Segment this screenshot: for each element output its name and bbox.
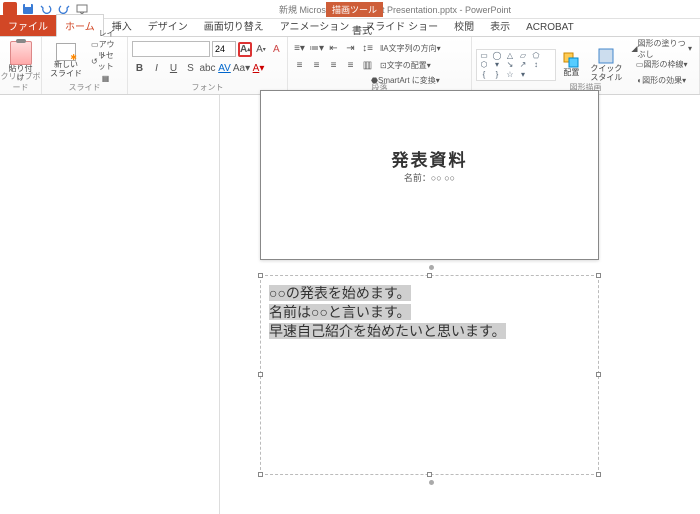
tab-home[interactable]: ホーム	[56, 14, 104, 37]
slide-subtitle[interactable]: 名前：○○ ○○	[261, 171, 598, 184]
guide-dot	[429, 265, 434, 270]
group-slides: 新しい スライド ▭ レイアウト ↺ リセット ▦ スライド	[42, 37, 128, 94]
strikethrough-button[interactable]: S	[183, 61, 198, 76]
notes-textbox[interactable]: ○○の発表を始めます。 名前は○○と言います。 早速自己紹介を始めたいと思います…	[260, 275, 599, 475]
columns-button[interactable]: ▥	[360, 58, 375, 73]
numbering-button[interactable]: ≔▾	[309, 41, 324, 56]
shape-fill-button[interactable]: ◢ 図形の塗りつぶし ▾	[628, 41, 695, 56]
shapes-gallery[interactable]: ▭◯△▱⬠⬡▾ ↘↗↕{}☆▾	[476, 49, 556, 81]
clear-format-button[interactable]: A	[270, 42, 283, 57]
quickstyle-label: クイック スタイル	[590, 65, 622, 83]
spacing-button[interactable]: AV	[217, 61, 232, 76]
indent-inc-button[interactable]: ⇥	[343, 41, 358, 56]
font-family-combo[interactable]	[132, 41, 210, 57]
new-slide-icon	[56, 43, 76, 61]
slide-canvas[interactable]: 発表資料 名前：○○ ○○ ○○の発表を始めます。 名前は○○と言います。 早速…	[220, 95, 700, 514]
slide-title[interactable]: 発表資料	[261, 146, 598, 171]
decrease-font-button[interactable]: A▾	[254, 42, 267, 57]
font-size-combo[interactable]	[212, 41, 236, 57]
text-direction-button[interactable]: ‖A 文字列の方向 ▾	[377, 41, 444, 56]
case-button[interactable]: Aa▾	[234, 61, 249, 76]
arrange-label: 配置	[563, 69, 579, 78]
reset-label: リセット	[98, 50, 120, 72]
window-title: 新規 Microsoft PowerPoint Presentation.ppt…	[92, 3, 698, 16]
arrange-button[interactable]: 配置	[558, 49, 584, 80]
tab-review[interactable]: 校閲	[446, 15, 482, 36]
arrange-icon	[562, 51, 580, 69]
workspace: 発表資料 名前：○○ ○○ ○○の発表を始めます。 名前は○○と言います。 早速…	[0, 95, 700, 514]
bullets-button[interactable]: ≡▾	[292, 41, 307, 56]
resize-handle[interactable]	[427, 273, 432, 278]
tab-view[interactable]: 表示	[482, 15, 518, 36]
thumbnail-panel[interactable]	[0, 95, 220, 514]
tab-transitions[interactable]: 画面切り替え	[196, 15, 272, 36]
group-label-slides: スライド	[42, 82, 127, 93]
textalign-label: 文字の配置	[387, 60, 427, 71]
text-align-button[interactable]: ⊡ 文字の配置 ▾	[377, 58, 434, 73]
resize-handle[interactable]	[596, 372, 601, 377]
resize-handle[interactable]	[596, 273, 601, 278]
quickstyle-icon	[597, 47, 615, 65]
guide-dot	[429, 480, 434, 485]
paste-icon	[10, 41, 32, 65]
line-spacing-button[interactable]: ↕≡	[360, 41, 375, 56]
group-font: A▴ A▾ A B I U S abc AV Aa▾ A▾ フォント	[128, 37, 288, 94]
note-line-1[interactable]: ○○の発表を始めます。	[269, 285, 411, 301]
resize-handle[interactable]	[258, 273, 263, 278]
outline-label: 図形の枠線	[643, 59, 683, 70]
shadow-button[interactable]: abc	[200, 61, 215, 76]
resize-handle[interactable]	[258, 372, 263, 377]
resize-handle[interactable]	[427, 472, 432, 477]
underline-button[interactable]: U	[166, 61, 181, 76]
resize-handle[interactable]	[596, 472, 601, 477]
group-drawing: ▭◯△▱⬠⬡▾ ↘↗↕{}☆▾ 配置 クイック スタイル ◢ 図形の塗りつぶし …	[472, 37, 700, 94]
increase-font-button[interactable]: A▴	[238, 42, 252, 57]
textdir-label: 文字列の方向	[389, 43, 437, 54]
resize-handle[interactable]	[258, 472, 263, 477]
group-paragraph: ≡▾ ≔▾ ⇤ ⇥ ↕≡ ‖A 文字列の方向 ▾ ≡ ≡ ≡ ≡ ▥ ⊡ 文字の…	[288, 37, 472, 94]
group-clipboard: 貼り付け クリップボード	[0, 37, 42, 94]
justify-button[interactable]: ≡	[343, 58, 358, 73]
tab-acrobat[interactable]: ACROBAT	[518, 19, 582, 36]
tab-file[interactable]: ファイル	[0, 15, 56, 36]
note-line-3[interactable]: 早速自己紹介を始めたいと思います。	[269, 323, 506, 339]
indent-dec-button[interactable]: ⇤	[326, 41, 341, 56]
italic-button[interactable]: I	[149, 61, 164, 76]
quick-style-button[interactable]: クイック スタイル	[586, 45, 626, 85]
tab-design[interactable]: デザイン	[140, 15, 196, 36]
ribbon: 貼り付け クリップボード 新しい スライド ▭ レイアウト ↺ リセット ▦ ス…	[0, 37, 700, 95]
slide-preview[interactable]: 発表資料 名前：○○ ○○	[260, 90, 599, 260]
new-slide-label: 新しい スライド	[50, 61, 82, 79]
tab-animations[interactable]: アニメーション	[272, 15, 358, 36]
align-right-button[interactable]: ≡	[326, 58, 341, 73]
new-slide-button[interactable]: 新しい スライド	[46, 41, 86, 81]
bold-button[interactable]: B	[132, 61, 147, 76]
align-left-button[interactable]: ≡	[292, 58, 307, 73]
align-center-button[interactable]: ≡	[309, 58, 324, 73]
shape-outline-button[interactable]: ▭ 図形の枠線 ▾	[628, 57, 695, 72]
font-color-button[interactable]: A▾	[251, 61, 266, 76]
note-line-2[interactable]: 名前は○○と言います。	[269, 304, 411, 320]
reset-button[interactable]: ↺ リセット	[88, 54, 123, 69]
contextual-tab-label: 描画ツール	[326, 2, 383, 17]
group-label-clipboard: クリップボード	[0, 71, 41, 93]
